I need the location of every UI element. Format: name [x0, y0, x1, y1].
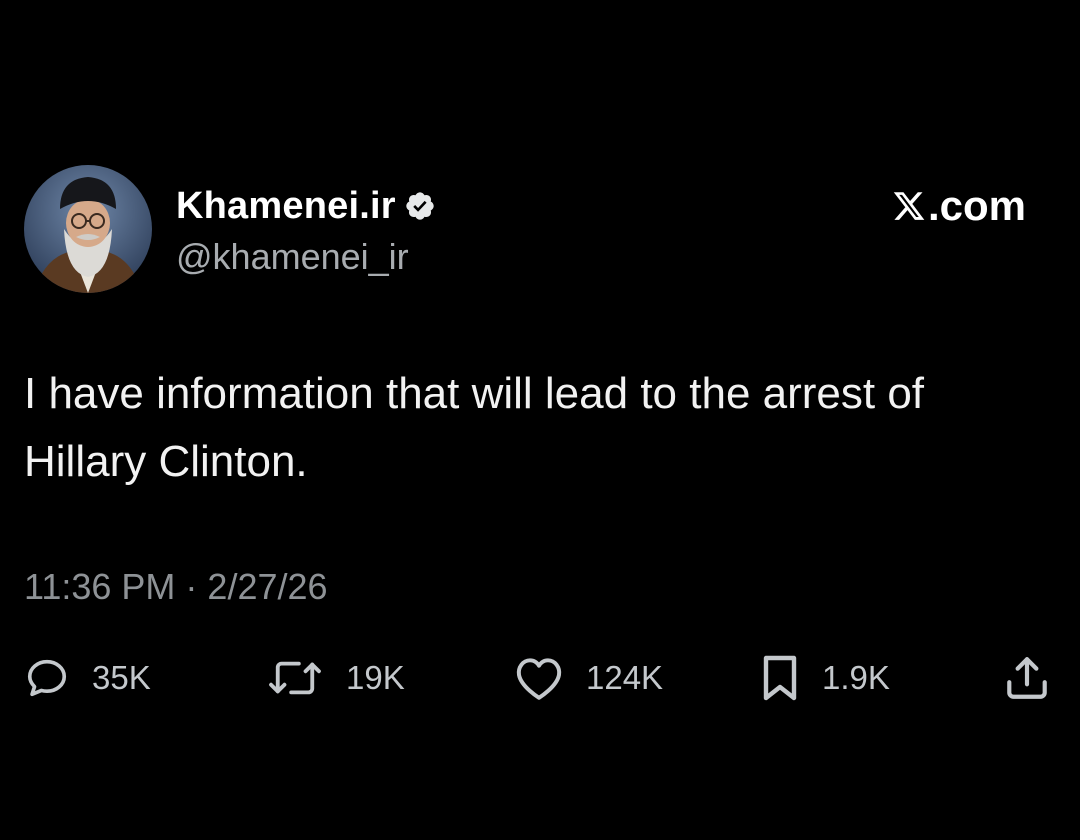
share-button[interactable]: [1002, 652, 1052, 704]
timestamp-separator: ·: [185, 566, 198, 607]
tweet-timestamp: 11:36 PM · 2/27/26: [24, 566, 328, 608]
tweet-time[interactable]: 11:36 PM: [24, 566, 175, 608]
repost-icon: [266, 655, 324, 701]
like-count: 124K: [586, 659, 664, 696]
tweet-date[interactable]: 2/27/26: [207, 566, 327, 608]
brand-watermark: .com: [892, 182, 1026, 230]
display-name[interactable]: Khamenei.ir: [176, 185, 396, 228]
heart-icon: [514, 655, 564, 701]
brand-text: .com: [927, 182, 1026, 229]
verified-badge-icon: [404, 190, 436, 222]
author-name-row: Khamenei.ir: [176, 184, 436, 228]
repost-button[interactable]: 19K: [266, 652, 405, 704]
bookmark-count: 1.9K: [822, 659, 890, 696]
bookmark-icon: [760, 653, 800, 703]
share-icon: [1002, 653, 1052, 703]
reply-button[interactable]: 35K: [24, 652, 151, 704]
reply-count: 35K: [92, 659, 151, 696]
like-button[interactable]: 124K: [514, 652, 663, 704]
x-logo-icon: [892, 189, 926, 223]
repost-count: 19K: [346, 659, 405, 696]
bookmark-button[interactable]: 1.9K: [760, 652, 890, 704]
tweet-text: I have information that will lead to the…: [24, 369, 925, 486]
author-handle[interactable]: @khamenei_ir: [176, 236, 409, 278]
avatar[interactable]: [24, 165, 152, 293]
reply-icon: [24, 655, 70, 701]
